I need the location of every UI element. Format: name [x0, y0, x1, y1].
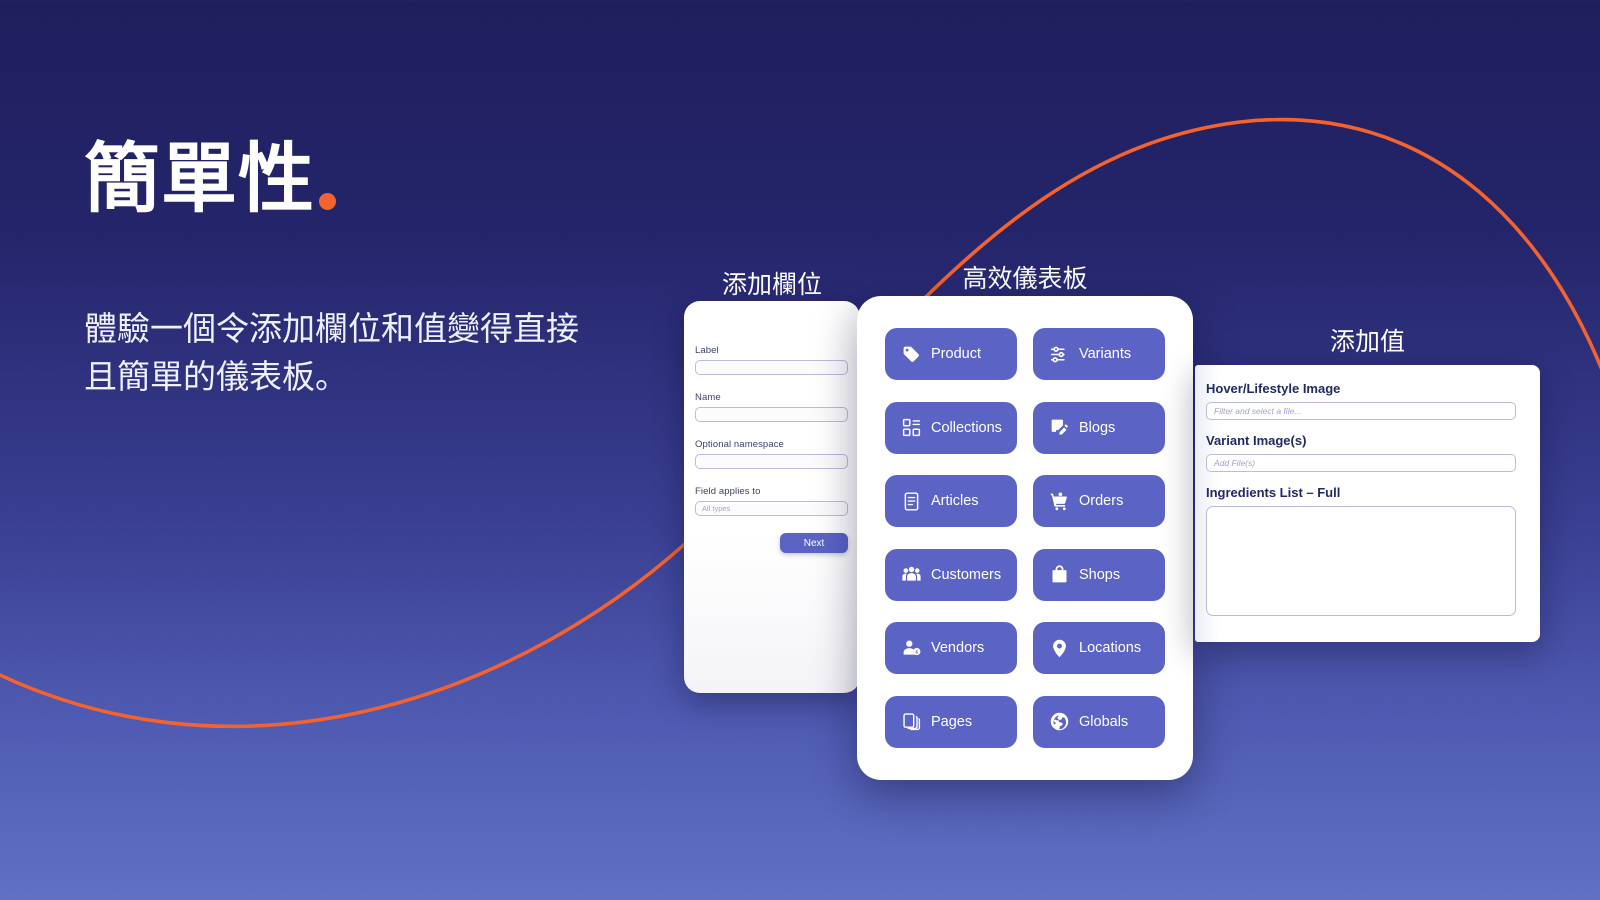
dashboard-row: $ Vendors Locations: [885, 622, 1165, 675]
field-group-label: Label: [695, 345, 848, 375]
svg-text:$: $: [915, 649, 918, 655]
shopping-cart-icon: [1049, 491, 1070, 512]
applies-to-placeholder: All types: [702, 504, 731, 513]
field-group-applies-to: Field applies to All types: [695, 486, 848, 516]
tile-blogs[interactable]: Blogs: [1033, 401, 1165, 454]
applies-to-input[interactable]: All types: [695, 501, 848, 516]
tag-icon: [901, 344, 922, 365]
hero-subcopy: 體驗一個令添加欄位和值變得直接且簡單的儀表板。: [84, 309, 579, 395]
tile-collections[interactable]: Collections: [885, 401, 1017, 454]
dashboard-row: Pages Globals: [885, 695, 1165, 748]
field-group-namespace: Optional namespace: [695, 439, 848, 469]
pages-icon: [901, 711, 922, 732]
value-group-hover-image: Hover/Lifestyle Image Filter and select …: [1206, 381, 1516, 420]
tile-vendors[interactable]: $ Vendors: [885, 622, 1017, 675]
next-button[interactable]: Next: [780, 533, 848, 553]
tile-variants[interactable]: Variants: [1033, 328, 1165, 380]
tile-globals[interactable]: Globals: [1033, 695, 1165, 748]
hover-image-label: Hover/Lifestyle Image: [1206, 381, 1341, 396]
person-badge-icon: $: [901, 638, 922, 659]
field-group-name: Name: [695, 392, 848, 422]
shopping-bag-icon: [1049, 564, 1070, 585]
tile-label: Shops: [1079, 566, 1121, 583]
hero-copy: 簡單性 體驗一個令添加欄位和值變得直接且簡單的儀表板。: [84, 140, 704, 400]
tile-label: Vendors: [931, 640, 985, 657]
tile-product[interactable]: Product: [885, 328, 1017, 380]
document-icon: [901, 491, 922, 512]
tile-label: Articles: [931, 493, 979, 510]
tile-label: Pages: [931, 713, 973, 730]
dashboard-card-title: 高效儀表板: [962, 265, 1088, 293]
value-group-ingredients: Ingredients List – Full: [1206, 485, 1516, 616]
applies-to-field-label: Field applies to: [695, 486, 761, 497]
tile-label: Variants: [1079, 346, 1132, 362]
namespace-field-label: Optional namespace: [695, 439, 784, 450]
dashboard-row: Articles Orders: [885, 475, 1165, 528]
tile-shops[interactable]: Shops: [1033, 548, 1165, 601]
people-icon: [901, 564, 922, 585]
ingredients-textarea[interactable]: [1206, 506, 1516, 616]
name-field-label: Name: [695, 392, 721, 403]
grid-icon: [901, 417, 922, 438]
globe-icon: [1049, 711, 1070, 732]
headline-text: 簡單性: [84, 137, 315, 222]
document-edit-icon: [1049, 417, 1070, 438]
dashboard-row: Collections Blogs: [885, 401, 1165, 454]
value-group-variant-images: Variant Image(s) Add File(s): [1206, 433, 1516, 472]
variant-images-label: Variant Image(s): [1206, 433, 1307, 448]
tile-pages[interactable]: Pages: [885, 695, 1017, 748]
tile-label: Globals: [1079, 713, 1129, 730]
hover-image-input[interactable]: Filter and select a file...: [1206, 402, 1516, 420]
tile-locations[interactable]: Locations: [1033, 622, 1165, 675]
label-input[interactable]: [695, 360, 848, 375]
dashboard-row: Product Variants: [885, 328, 1165, 380]
map-pin-icon: [1049, 638, 1070, 659]
tile-customers[interactable]: Customers: [885, 548, 1017, 601]
variant-images-placeholder: Add File(s): [1214, 458, 1256, 468]
orange-dot-icon: [319, 192, 336, 210]
dashboard-row: Customers Shops: [885, 548, 1165, 601]
tile-label: Blogs: [1079, 419, 1116, 436]
hover-image-placeholder: Filter and select a file...: [1214, 406, 1302, 416]
name-input[interactable]: [695, 407, 848, 422]
namespace-input[interactable]: [695, 454, 848, 469]
add-values-card: Hover/Lifestyle Image Filter and select …: [1195, 365, 1540, 642]
dashboard-card: Product Variants Collections Blogs Artic…: [857, 296, 1193, 780]
tile-label: Orders: [1079, 493, 1124, 510]
add-field-form-card: Label Name Optional namespace Field appl…: [684, 301, 860, 693]
variant-images-input[interactable]: Add File(s): [1206, 454, 1516, 472]
tile-label: Customers: [931, 566, 1002, 583]
tile-label: Product: [931, 346, 981, 362]
sliders-icon: [1049, 344, 1070, 365]
tile-orders[interactable]: Orders: [1033, 475, 1165, 528]
form-card-title: 添加欄位: [721, 271, 822, 299]
ingredients-label: Ingredients List – Full: [1206, 485, 1341, 500]
tile-articles[interactable]: Articles: [885, 475, 1017, 528]
page-title: 簡單性: [84, 140, 704, 220]
values-card-title: 添加值: [1329, 328, 1405, 356]
label-field-label: Label: [695, 345, 719, 356]
tile-label: Collections: [931, 419, 1002, 436]
tile-label: Locations: [1079, 640, 1142, 657]
